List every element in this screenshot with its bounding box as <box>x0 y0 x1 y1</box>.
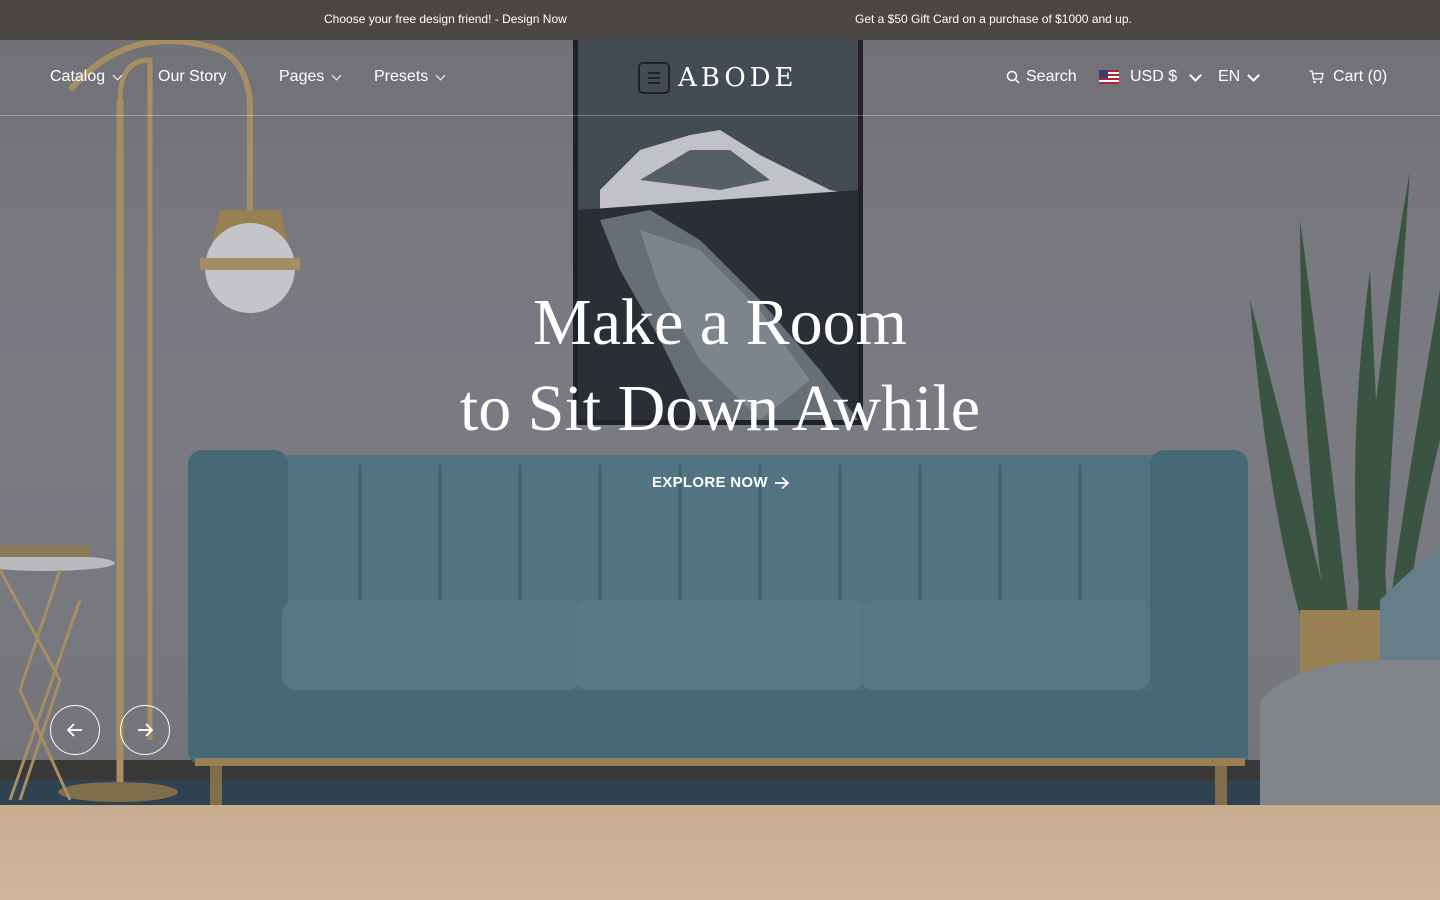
nav-pages[interactable]: Pages <box>279 68 342 86</box>
chevron-down-icon <box>112 70 123 80</box>
hero-headline-line1: Make a Room <box>533 286 907 359</box>
nav-presets-label: Presets <box>374 68 429 85</box>
us-flag-icon <box>1099 70 1119 84</box>
announcement-bar: Choose your free design friend! - Design… <box>0 0 1440 40</box>
search-label: Search <box>1026 68 1077 85</box>
explore-now-link[interactable]: EXPLORE NOW <box>652 474 790 491</box>
menu-icon[interactable] <box>638 62 670 94</box>
nav-catalog-label: Catalog <box>50 68 106 85</box>
slider-prev-button[interactable] <box>50 705 100 755</box>
chevron-down-icon <box>1247 68 1261 82</box>
brand-logo[interactable]: ABODE <box>638 62 798 94</box>
cart-button[interactable]: Cart (0) <box>1309 68 1387 86</box>
chevron-down-icon <box>435 70 446 80</box>
announcement-gift-card: Get a $50 Gift Card on a purchase of $10… <box>855 12 1132 26</box>
arrow-right-icon <box>774 476 790 489</box>
language-label: EN <box>1218 68 1241 85</box>
announcement-design-now[interactable]: Choose your free design friend! - Design… <box>324 12 567 26</box>
nav-our-story-label: Our Story <box>158 68 227 85</box>
currency-label: USD $ <box>1130 68 1178 85</box>
next-section <box>0 805 1440 900</box>
nav-pages-label: Pages <box>279 68 325 85</box>
explore-now-label: EXPLORE NOW <box>652 474 768 491</box>
slider-next-button[interactable] <box>120 705 170 755</box>
brand-name: ABODE <box>678 63 798 93</box>
arrow-right-icon <box>138 723 154 737</box>
site-header: Catalog Our Story Pages Presets ABODE Se… <box>0 40 1440 116</box>
nav-presets[interactable]: Presets <box>374 68 446 86</box>
currency-selector[interactable]: USD $ <box>1099 68 1202 86</box>
nav-our-story[interactable]: Our Story <box>158 68 226 86</box>
hero-headline-line2: to Sit Down Awhile <box>459 372 981 445</box>
arrow-left-icon <box>66 723 82 737</box>
nav-catalog[interactable]: Catalog <box>50 68 123 86</box>
language-selector[interactable]: EN <box>1218 68 1261 86</box>
search-icon <box>1006 70 1020 84</box>
chevron-down-icon <box>1189 68 1202 82</box>
chevron-down-icon <box>331 70 342 80</box>
cart-icon <box>1309 70 1324 84</box>
cart-label: Cart (0) <box>1333 68 1388 85</box>
search-button[interactable]: Search <box>1006 68 1077 86</box>
